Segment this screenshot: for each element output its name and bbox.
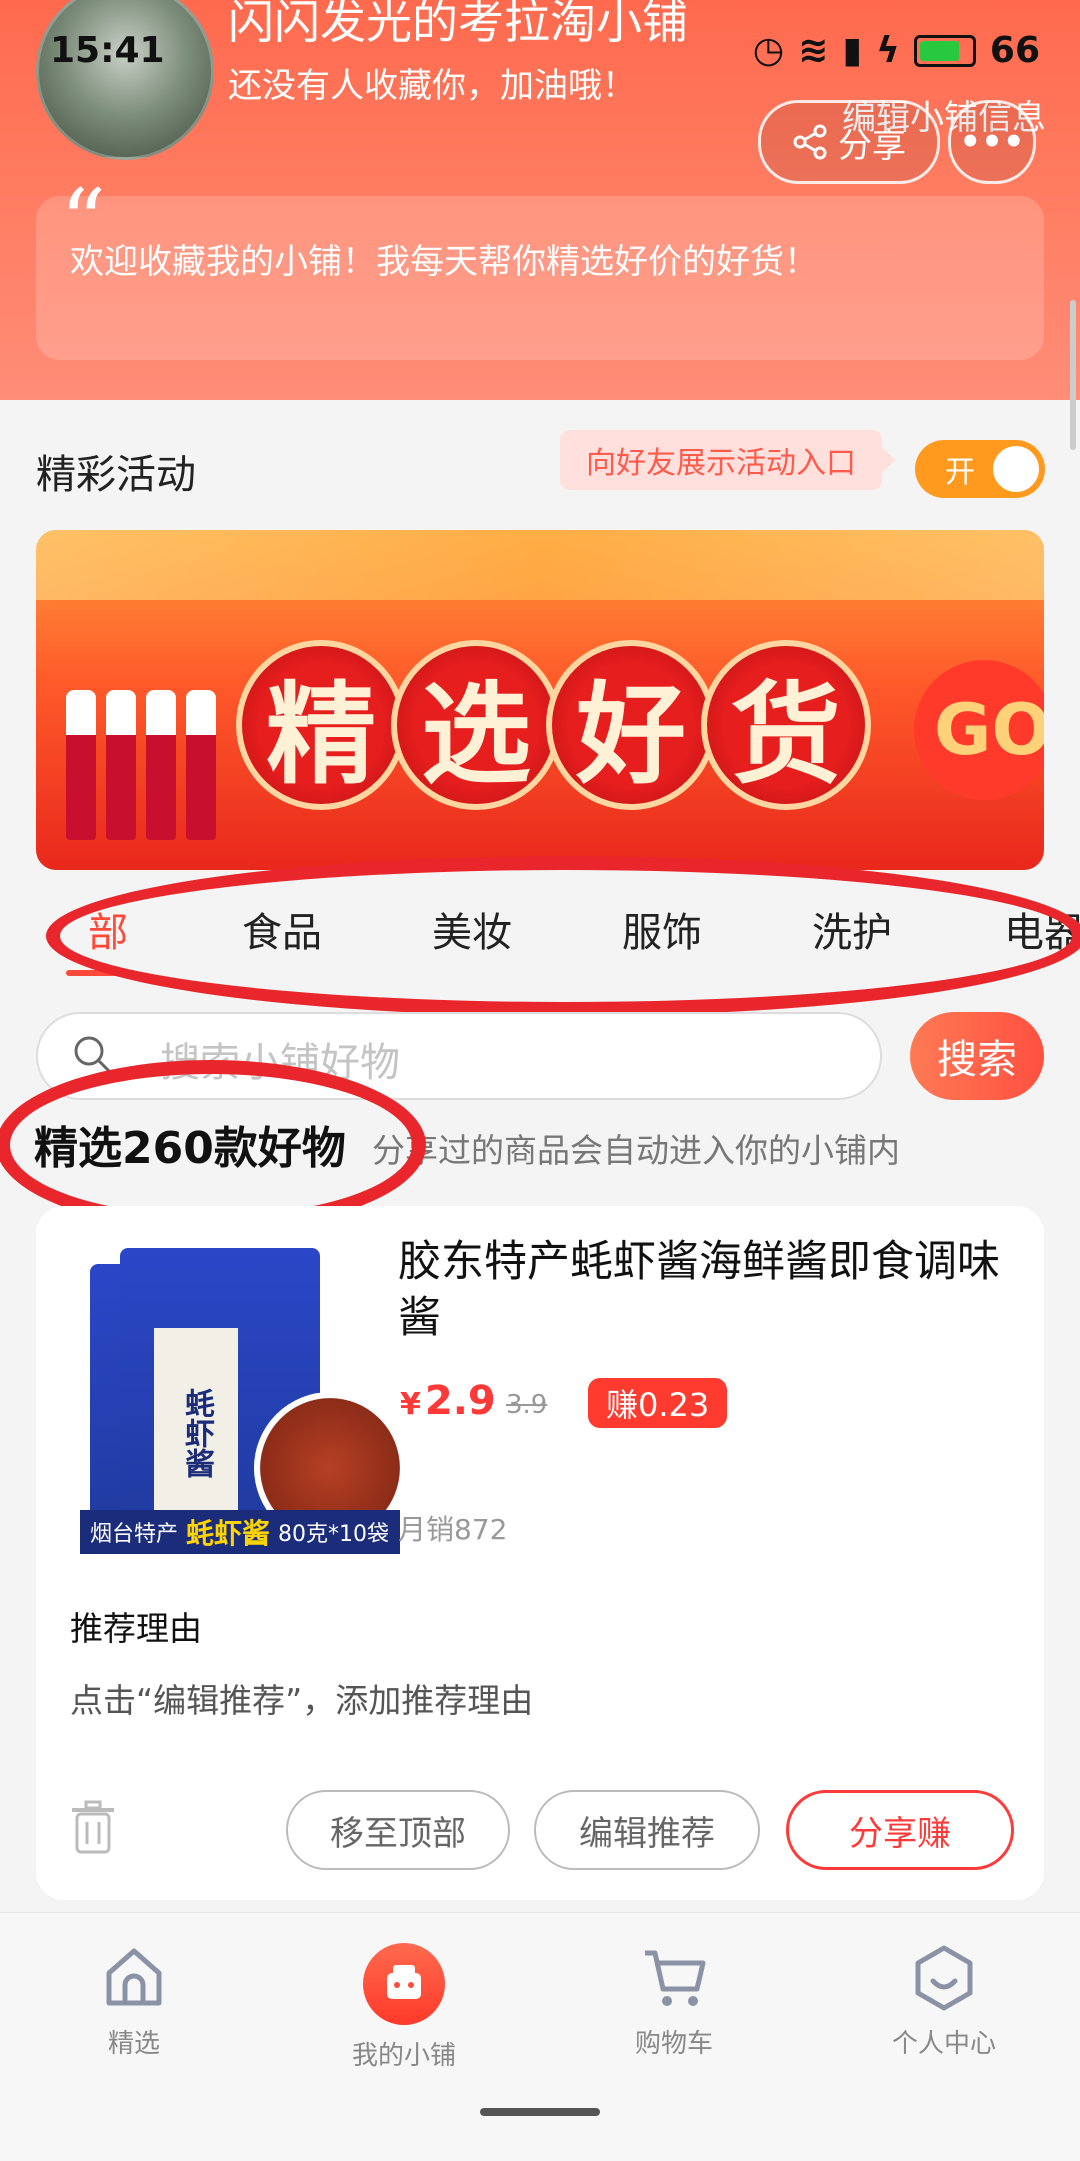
tab-personal-care[interactable]: 洗护: [812, 900, 892, 958]
banner-decoration: [36, 530, 1044, 600]
share-icon: [793, 124, 827, 160]
tab-all[interactable]: 部: [88, 900, 128, 958]
product-title[interactable]: 胶东特产蚝虾酱海鲜酱即食调味酱: [398, 1234, 1018, 1346]
share-button[interactable]: 分享: [758, 100, 940, 184]
nav-featured[interactable]: 精选: [34, 1943, 234, 2060]
product-count: 精选260款好物: [34, 1123, 346, 1174]
tab-makeup[interactable]: 美妆: [432, 900, 512, 958]
charging-icon: ϟ: [876, 30, 900, 71]
nav-my-shop[interactable]: 我的小铺: [304, 1943, 504, 2072]
reason-text: 点击“编辑推荐”，添加推荐理由: [70, 1681, 534, 1720]
share-label: 分享: [838, 125, 906, 166]
product-card[interactable]: 蚝虾酱 烟台特产 蚝虾酱 80克*10袋 胶东特产蚝虾酱海鲜酱即食调味酱 ¥2.9 …: [36, 1206, 1044, 1900]
activity-toggle[interactable]: 开: [915, 440, 1045, 498]
status-icons: ◷ ≋ ▮ ϟ 66: [753, 30, 1040, 71]
status-time: 15:41: [50, 30, 165, 71]
auto-add-hint: 分享过的商品会自动进入你的小铺内: [372, 1131, 900, 1170]
activity-title: 精彩活动: [36, 452, 196, 498]
nav-label: 精选: [107, 2029, 160, 2059]
banner-char: 精: [236, 640, 406, 810]
category-tabs: 部 食品 美妆 服饰 洗护 电器: [0, 890, 1080, 980]
banner-go: GO: [914, 660, 1044, 800]
package-strip: 烟台特产 蚝虾酱 80克*10袋: [80, 1510, 400, 1554]
bottom-nav: 精选 我的小铺 购物车 个人中心: [0, 1912, 1080, 2161]
toggle-label: 开: [945, 455, 975, 490]
reason-title: 推荐理由: [70, 1609, 202, 1648]
search-placeholder: 搜索小铺好物: [160, 1040, 400, 1086]
banner-char: 好: [546, 640, 716, 810]
nav-label: 购物车: [634, 2029, 713, 2059]
alarm-icon: ◷: [752, 30, 785, 71]
earn-badge: 赚0.23: [588, 1378, 728, 1428]
edit-recommendation-button[interactable]: 编辑推荐: [534, 1790, 760, 1870]
shop-header: 15:41 ◷ ≋ ▮ ϟ 66 闪闪发光的考拉淘小铺 还没有人收藏你，加油哦！…: [0, 0, 1080, 400]
search-button[interactable]: 搜索: [910, 1012, 1044, 1100]
nav-label: 我的小铺: [351, 2041, 456, 2071]
shop-name: 闪闪发光的考拉淘小铺: [228, 0, 688, 49]
home-indicator[interactable]: [480, 2108, 600, 2116]
battery-level: 66: [989, 30, 1040, 71]
bottle-image: [66, 690, 96, 840]
product-price: ¥2.9: [400, 1378, 496, 1424]
nav-profile[interactable]: 个人中心: [844, 1943, 1044, 2060]
activity-banner[interactable]: 精 选 好 货 GO: [36, 530, 1044, 870]
banner-char: 选: [391, 640, 561, 810]
search-input[interactable]: 搜索小铺好物: [36, 1012, 882, 1100]
wifi-icon: ≋: [798, 30, 829, 71]
search-icon: [74, 1036, 111, 1073]
tab-appliances[interactable]: 电器: [1004, 900, 1080, 958]
original-price: 3.9: [506, 1390, 548, 1420]
tab-clothing[interactable]: 服饰: [622, 900, 702, 958]
monthly-sales: 月销872: [398, 1513, 508, 1546]
activity-tip: 向好友展示活动入口: [560, 430, 896, 490]
battery-icon: [913, 34, 976, 67]
product-image[interactable]: 蚝虾酱 烟台特产 蚝虾酱 80克*10袋: [76, 1244, 416, 1564]
toggle-knob: [993, 446, 1039, 492]
nav-cart[interactable]: 购物车: [574, 1943, 774, 2060]
welcome-text: 欢迎收藏我的小铺！我每天帮你精选好价的好货！: [70, 242, 818, 282]
share-earn-button[interactable]: 分享赚: [786, 1790, 1014, 1870]
profile-icon: [915, 1945, 973, 2011]
nav-label: 个人中心: [891, 2029, 996, 2059]
trash-icon[interactable]: [70, 1800, 116, 1854]
signal-icon: ▮: [842, 30, 863, 71]
bottle-image: [106, 690, 136, 840]
home-icon: [106, 1948, 162, 2006]
more-button[interactable]: •••: [948, 100, 1036, 184]
shop-avatar[interactable]: [36, 0, 214, 160]
scroll-indicator: [1070, 300, 1076, 450]
cart-icon: [645, 1950, 706, 2006]
move-to-top-button[interactable]: 移至顶部: [286, 1790, 510, 1870]
active-tab-underline: [66, 970, 136, 976]
bottle-image: [146, 690, 176, 840]
shop-icon: [363, 1943, 445, 2025]
more-icon: •••: [959, 122, 1025, 162]
package-label: 蚝虾酱: [154, 1328, 238, 1538]
bottle-image: [186, 690, 216, 840]
banner-char: 货: [701, 640, 871, 810]
tab-food[interactable]: 食品: [242, 900, 322, 958]
shop-subtitle: 还没有人收藏你，加油哦！: [228, 66, 636, 106]
